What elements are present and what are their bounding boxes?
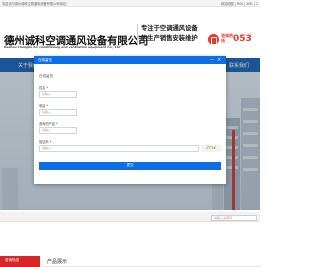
welcome-text: 欢迎访问德州诚科空调通风设备有限公司网站！ <box>2 2 69 6</box>
phone-icon <box>208 34 219 45</box>
hotline-number: 053 <box>233 34 252 44</box>
slogan: 专注于空调通风设备 的生产销售安装维护 <box>137 24 201 44</box>
captcha-field[interactable]: 请输入 <box>39 145 199 152</box>
dialog-header: 在线留言 — × <box>34 56 226 64</box>
captcha-label: 验证码 * <box>39 140 52 144</box>
search-input[interactable]: 请输入关键词 <box>211 214 257 221</box>
hotline-tile: 咨询热线 <box>0 256 40 267</box>
product-label: 咨询的产品 * <box>39 122 58 126</box>
captcha-image[interactable]: 3rw <box>201 145 221 152</box>
message-dialog: 在线留言 — × 在线留言 姓名 * 请输入 电话 * 请输入 咨询的产品 * … <box>34 56 226 184</box>
minimize-icon[interactable]: — <box>210 57 214 62</box>
name-field[interactable]: 请输入 <box>39 91 77 98</box>
search-bar: 请输入关键词 <box>0 212 260 222</box>
top-bar: 欢迎访问德州诚科空调通风设备有限公司网站！ 网站地图 | RSS | XML |… <box>0 0 260 7</box>
top-links[interactable]: 网站地图 | RSS | XML | 2 <box>221 1 258 6</box>
slogan-line-1: 专注于空调通风设备 <box>141 25 198 32</box>
phone-field[interactable]: 请输入 <box>39 109 77 116</box>
products-title[interactable]: 产品展示 <box>47 258 67 265</box>
slogan-line-2: 的生产销售安装维护 <box>141 35 198 42</box>
phone-label: 电话 * <box>39 104 48 108</box>
dialog-title: 在线留言 <box>38 57 52 62</box>
product-field[interactable]: 请输入 <box>39 127 77 134</box>
name-label: 姓名 * <box>39 86 48 90</box>
hotline-label: 咨询热线 <box>221 33 233 43</box>
close-icon[interactable]: × <box>217 57 221 63</box>
submit-button[interactable]: 提交 <box>39 162 221 170</box>
company-name-en: Dezhou Chengke Air conditioning and vent… <box>4 45 121 49</box>
site-header: 德州诚科空调通风设备有限公司 Dezhou Chengke Air condit… <box>0 7 260 59</box>
hotline-tile-label: 咨询热线 <box>5 258 19 262</box>
form-title: 在线留言 <box>39 74 53 78</box>
dialog-body: 在线留言 姓名 * 请输入 电话 * 请输入 咨询的产品 * 请输入 验证码 *… <box>34 64 226 184</box>
